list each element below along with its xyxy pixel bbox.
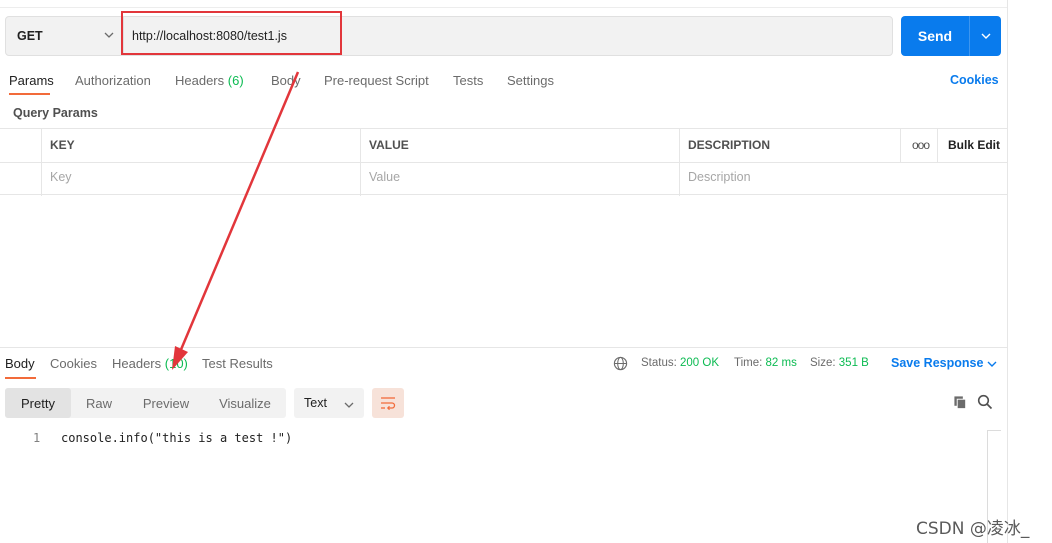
send-dropdown-button[interactable] [970, 16, 1001, 56]
time-label: Time: [734, 357, 763, 369]
time-value: 82 ms [765, 357, 797, 369]
bulk-edit-button[interactable]: Bulk Edit [948, 138, 1000, 152]
row-divider [0, 162, 1008, 163]
active-tab-indicator [9, 93, 50, 95]
request-tabs: Params Authorization Headers (6) Body Pr… [0, 68, 1008, 96]
watermark: CSDN @凌冰_ [916, 519, 1030, 539]
view-mode-selector: Pretty Raw Preview Visualize [5, 388, 286, 418]
tab-params[interactable]: Params [9, 73, 54, 88]
size-readout: Size: 351 B [810, 357, 869, 369]
chevron-down-icon [987, 361, 997, 367]
tab-authorization[interactable]: Authorization [75, 73, 151, 88]
size-label: Size: [810, 357, 836, 369]
response-tab-body[interactable]: Body [5, 356, 35, 371]
response-tab-cookies[interactable]: Cookies [50, 356, 97, 371]
view-mode-raw[interactable]: Raw [71, 388, 127, 418]
column-divider [937, 129, 938, 162]
view-mode-preview[interactable]: Preview [131, 388, 201, 418]
tab-settings[interactable]: Settings [507, 73, 554, 88]
chevron-down-icon [344, 402, 354, 408]
time-readout: Time: 82 ms [734, 357, 797, 369]
tab-tests[interactable]: Tests [453, 73, 483, 88]
response-tab-headers[interactable]: Headers (10) [112, 356, 188, 371]
key-input[interactable]: Key [50, 170, 72, 184]
tab-pre-request-script[interactable]: Pre-request Script [324, 73, 429, 88]
column-header-value: VALUE [369, 138, 409, 152]
value-input[interactable]: Value [369, 170, 400, 184]
save-response-button[interactable]: Save Response [891, 356, 997, 370]
method-label: GET [17, 29, 43, 43]
tab-headers-label: Headers [175, 73, 225, 88]
globe-icon[interactable] [613, 356, 628, 371]
description-input[interactable]: Description [688, 170, 751, 184]
wrap-lines-icon [381, 397, 396, 410]
size-value: 351 B [838, 357, 869, 369]
view-mode-visualize[interactable]: Visualize [207, 388, 283, 418]
send-button[interactable]: Send [901, 16, 969, 56]
response-tab-headers-label: Headers [112, 356, 162, 371]
format-select[interactable]: Text [294, 388, 364, 418]
params-table: KEY VALUE DESCRIPTION ooo Bulk Edit Key … [0, 128, 1008, 196]
tab-headers[interactable]: Headers (6) [175, 73, 244, 88]
column-divider [679, 129, 680, 196]
tab-body[interactable]: Body [271, 73, 301, 88]
copy-icon[interactable] [953, 395, 968, 410]
column-divider [41, 129, 42, 196]
column-divider [360, 129, 361, 196]
status-label: Status: [641, 357, 677, 369]
annotation-highlight-box [121, 11, 342, 55]
chevron-down-icon [104, 32, 114, 38]
cookies-link[interactable]: Cookies [950, 73, 999, 87]
code-line: console.info("this is a test !") [61, 431, 293, 445]
save-response-label: Save Response [891, 356, 984, 370]
tab-headers-count: (6) [227, 73, 244, 88]
column-header-description: DESCRIPTION [688, 138, 771, 152]
search-icon[interactable] [977, 394, 993, 410]
view-mode-pretty[interactable]: Pretty [5, 388, 71, 418]
line-number: 1 [33, 431, 41, 445]
active-response-tab-indicator [5, 377, 36, 379]
column-header-key: KEY [50, 138, 75, 152]
status-readout: Status: 200 OK [641, 357, 719, 369]
column-divider [900, 129, 901, 162]
status-value: 200 OK [680, 357, 720, 369]
chevron-down-icon [981, 33, 990, 39]
send-button-group: Send [901, 16, 1001, 56]
format-label: Text [304, 396, 327, 410]
more-options-button[interactable]: ooo [912, 138, 930, 152]
top-divider [0, 7, 1008, 8]
method-select[interactable]: GET [6, 17, 124, 55]
query-params-title: Query Params [13, 106, 98, 120]
response-tab-test-results[interactable]: Test Results [202, 356, 273, 371]
response-tab-headers-count: (10) [164, 356, 188, 371]
wrap-lines-button[interactable] [372, 388, 404, 418]
response-divider [0, 347, 1008, 348]
